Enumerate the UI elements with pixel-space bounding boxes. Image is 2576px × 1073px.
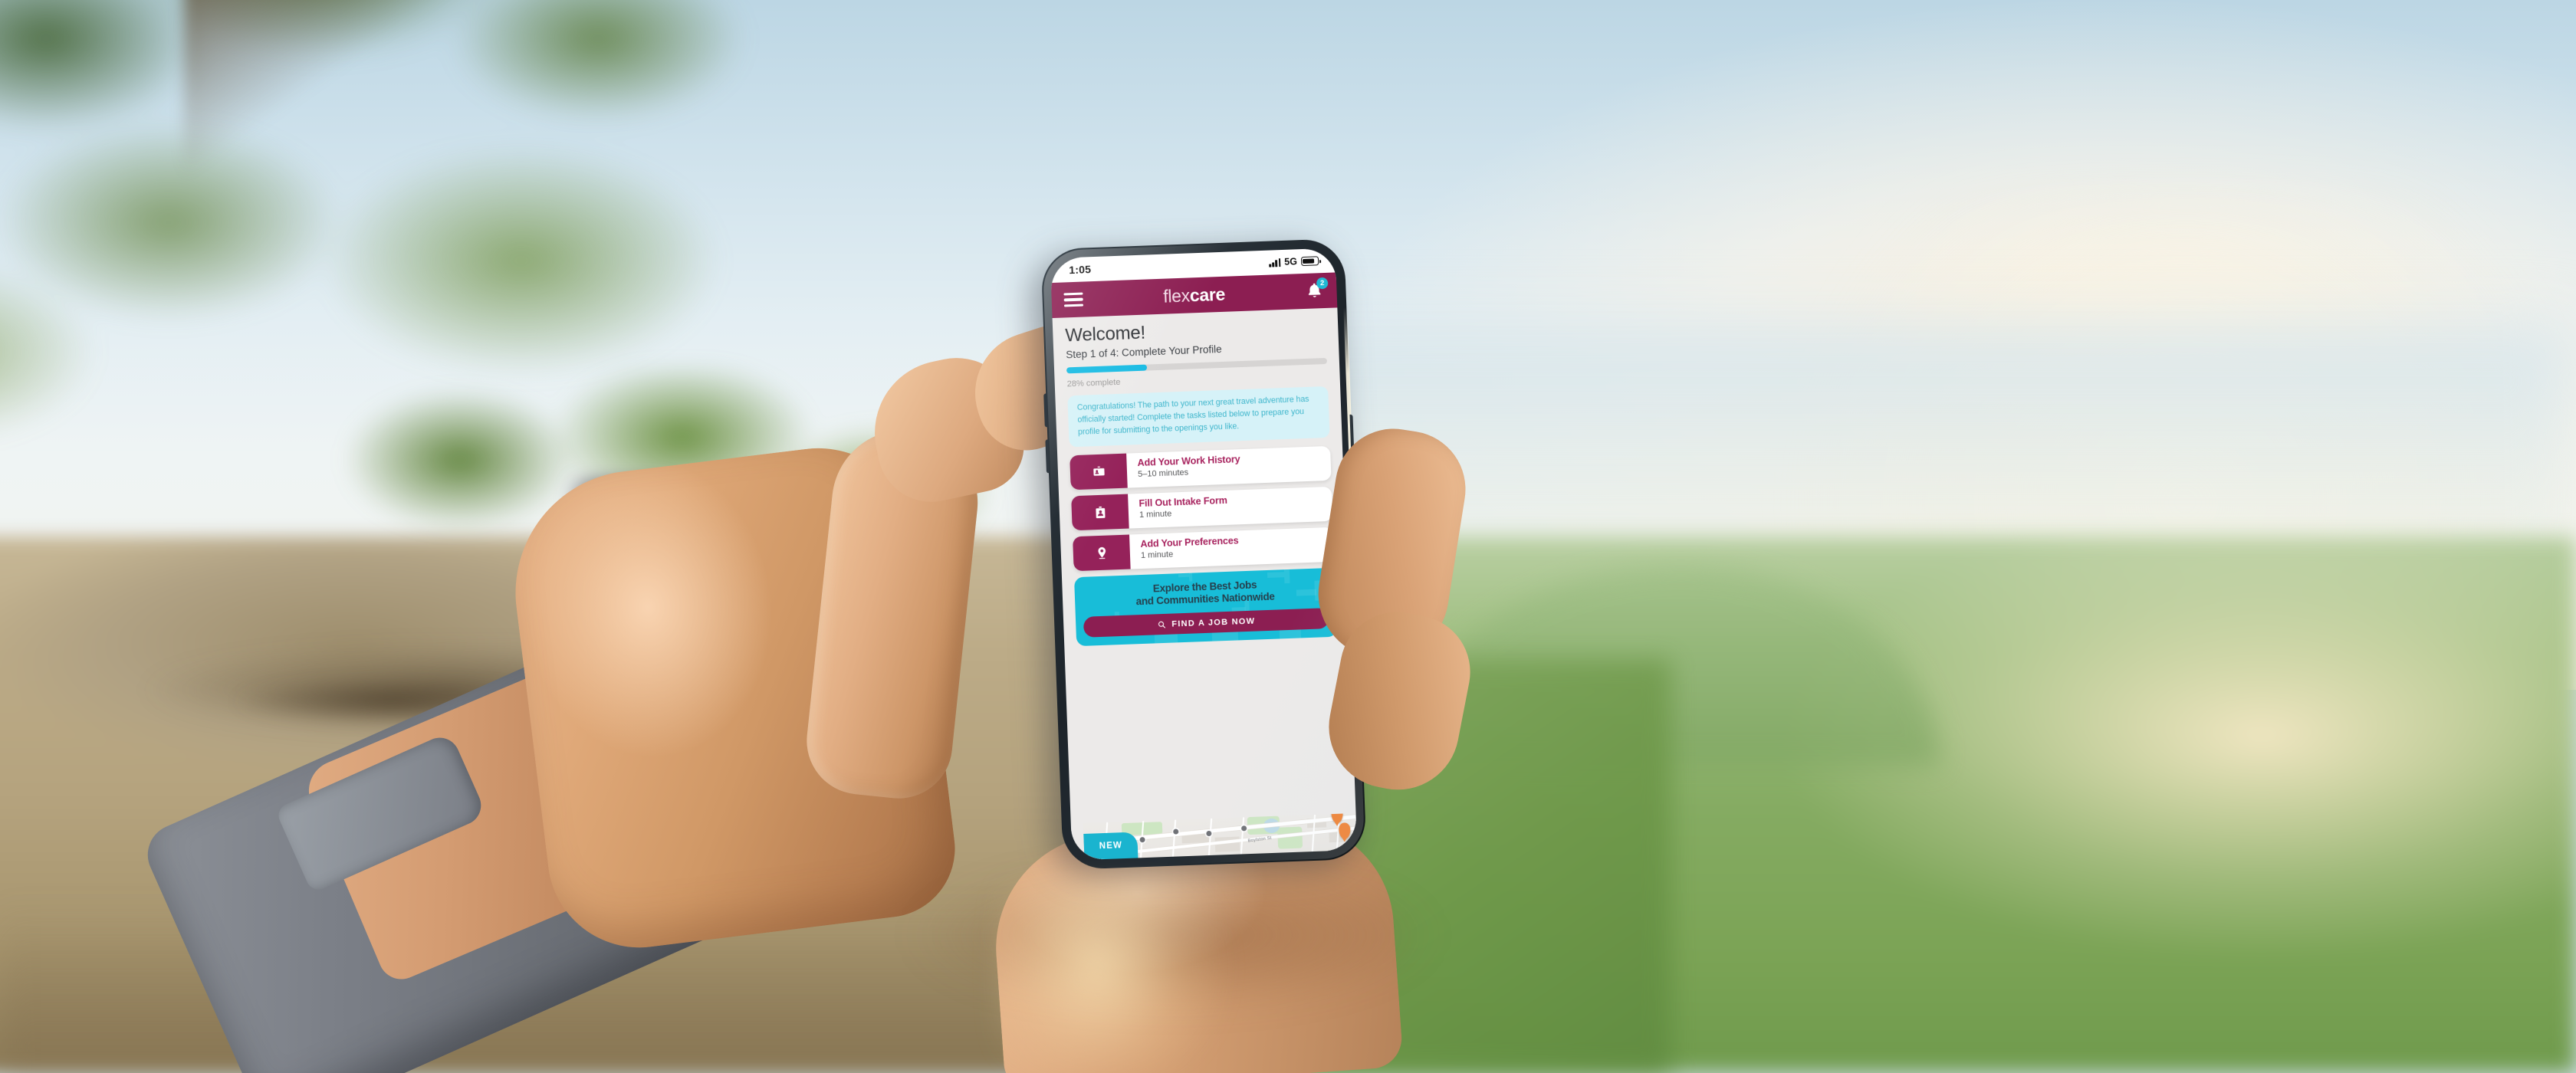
brand-logo: flexcare	[1051, 281, 1337, 310]
task-icon-container	[1071, 494, 1129, 530]
promo-card: Explore the Best Jobs and Communities Na…	[1073, 567, 1338, 647]
signal-bars-icon	[1269, 258, 1281, 267]
tree-branch	[184, 0, 613, 368]
notifications-button[interactable]: 2	[1304, 277, 1329, 301]
location-pin-icon	[1097, 546, 1106, 559]
task-duration: 5–10 minutes	[1137, 468, 1189, 480]
map-street-label: Boylston St	[1247, 835, 1272, 844]
map-pin-icon[interactable]	[1331, 812, 1343, 824]
task-card-text: Fill Out Intake Form 1 minute	[1128, 490, 1236, 528]
task-duration: 1 minute	[1140, 550, 1174, 561]
notification-count-badge: 2	[1316, 277, 1329, 290]
search-icon	[1158, 621, 1166, 628]
task-title: Fill Out Intake Form	[1138, 494, 1227, 509]
screen-content: Welcome! Step 1 of 4: Complete Your Prof…	[1052, 307, 1356, 824]
task-card[interactable]: Add Your Preferences 1 minute	[1073, 527, 1335, 571]
map-pin-icon[interactable]	[1338, 822, 1351, 839]
task-card[interactable]: Fill Out Intake Form 1 minute	[1071, 486, 1333, 530]
brand-logo-care: care	[1189, 284, 1226, 305]
new-badge: NEW	[1083, 832, 1138, 860]
id-badge-portrait-icon	[1095, 506, 1105, 518]
battery-icon	[1300, 256, 1319, 266]
status-indicators: 5G	[1269, 255, 1319, 267]
progress-bar-fill	[1066, 364, 1148, 374]
task-icon-container	[1073, 534, 1131, 571]
task-duration: 1 minute	[1138, 509, 1172, 520]
brand-logo-flex: flex	[1162, 284, 1191, 307]
task-card[interactable]: Add Your Work History 5–10 minutes	[1070, 445, 1332, 490]
hamburger-menu-icon[interactable]	[1063, 292, 1084, 307]
network-type-label: 5G	[1283, 256, 1298, 267]
task-card-text: Add Your Preferences 1 minute	[1129, 530, 1247, 569]
progress-percent-label: 28% complete	[1066, 377, 1121, 389]
id-badge-card-icon	[1092, 466, 1105, 476]
smartphone: 1:05 5G flexcare 2 Welcome! Step 1 of 4:…	[1040, 238, 1367, 870]
find-a-job-now-label: FIND A JOB NOW	[1171, 616, 1256, 629]
status-time: 1:05	[1069, 263, 1092, 277]
task-icon-container	[1070, 453, 1128, 490]
phone-screen: 1:05 5G flexcare 2 Welcome! Step 1 of 4:…	[1050, 248, 1358, 861]
congratulations-notice: Congratulations! The path to your next g…	[1067, 386, 1330, 447]
lens-flare	[997, 881, 1250, 1073]
task-card-text: Add Your Work History 5–10 minutes	[1126, 448, 1249, 487]
map-poi-marker	[1139, 837, 1145, 843]
